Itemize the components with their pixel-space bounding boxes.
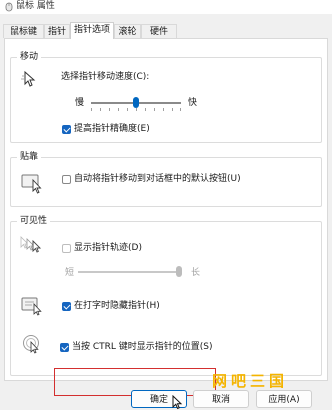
tab-hardware[interactable]: 硬件 (141, 24, 177, 38)
tab-pointer-options[interactable]: 指针选项 (70, 22, 114, 39)
snap-legend: 贴靠 (17, 151, 42, 163)
snap-group: 贴靠 自动将指针移动到对话框中的默认按钮(U) (10, 151, 322, 207)
long-label: 长 (191, 268, 201, 278)
ctrl-locate-icon (23, 335, 39, 354)
pointer-speed-icon (21, 70, 36, 87)
tab-wheel[interactable]: 滚轮 (114, 24, 141, 38)
cancel-button[interactable]: 取消 (193, 390, 249, 408)
ctrl-locate-checkbox[interactable] (60, 343, 69, 352)
precision-label[interactable]: 提高指针精确度(E) (74, 123, 150, 135)
trail-length-thumb[interactable] (176, 266, 182, 277)
mouse-cursor-icon (172, 395, 183, 410)
speed-slider-ticks (91, 108, 181, 112)
snap-to-icon (21, 174, 42, 194)
hide-pointer-icon (21, 297, 42, 316)
short-label: 短 (65, 268, 75, 278)
watermark-logo: 网吧三国 (212, 372, 289, 390)
pointer-trails-icon (20, 236, 42, 253)
precision-checkbox[interactable] (62, 125, 71, 134)
tab-panel: 移动 选择指针移动速度(C): 慢 快 提高指针精确度(E) 贴靠 自动将指针移… (4, 38, 328, 396)
tab-strip: 鼠标键 指针 指针选项 滚轮 硬件 (0, 22, 332, 39)
ctrl-locate-label[interactable]: 当按 CTRL 键时显示指针的位置(S) (72, 341, 213, 353)
apply-button[interactable]: 应用(A) (256, 390, 312, 408)
motion-legend: 移动 (17, 51, 42, 63)
slow-label: 慢 (75, 98, 85, 108)
speed-label: 选择指针移动速度(C): (61, 72, 150, 82)
fast-label: 快 (188, 98, 198, 108)
trail-length-track[interactable] (78, 271, 178, 273)
visibility-legend: 可见性 (17, 215, 51, 227)
mouse-icon (5, 2, 13, 12)
snap-checkbox[interactable] (62, 175, 71, 184)
speed-slider-thumb[interactable] (133, 97, 139, 108)
title-bar: 鼠标 属性 (0, 0, 332, 14)
window-title: 鼠标 属性 (16, 1, 55, 11)
motion-group: 移动 选择指针移动速度(C): 慢 快 提高指针精确度(E) (10, 51, 322, 143)
snap-label[interactable]: 自动将指针移动到对话框中的默认按钮(U) (74, 173, 241, 185)
tab-buttons[interactable]: 鼠标键 (3, 24, 44, 38)
trails-checkbox[interactable] (62, 244, 71, 253)
hide-typing-label[interactable]: 在打字时隐藏指针(H) (74, 300, 160, 312)
tab-pointers[interactable]: 指针 (44, 24, 70, 38)
hide-typing-checkbox[interactable] (62, 302, 71, 311)
trails-label[interactable]: 显示指针轨迹(D) (74, 242, 142, 254)
